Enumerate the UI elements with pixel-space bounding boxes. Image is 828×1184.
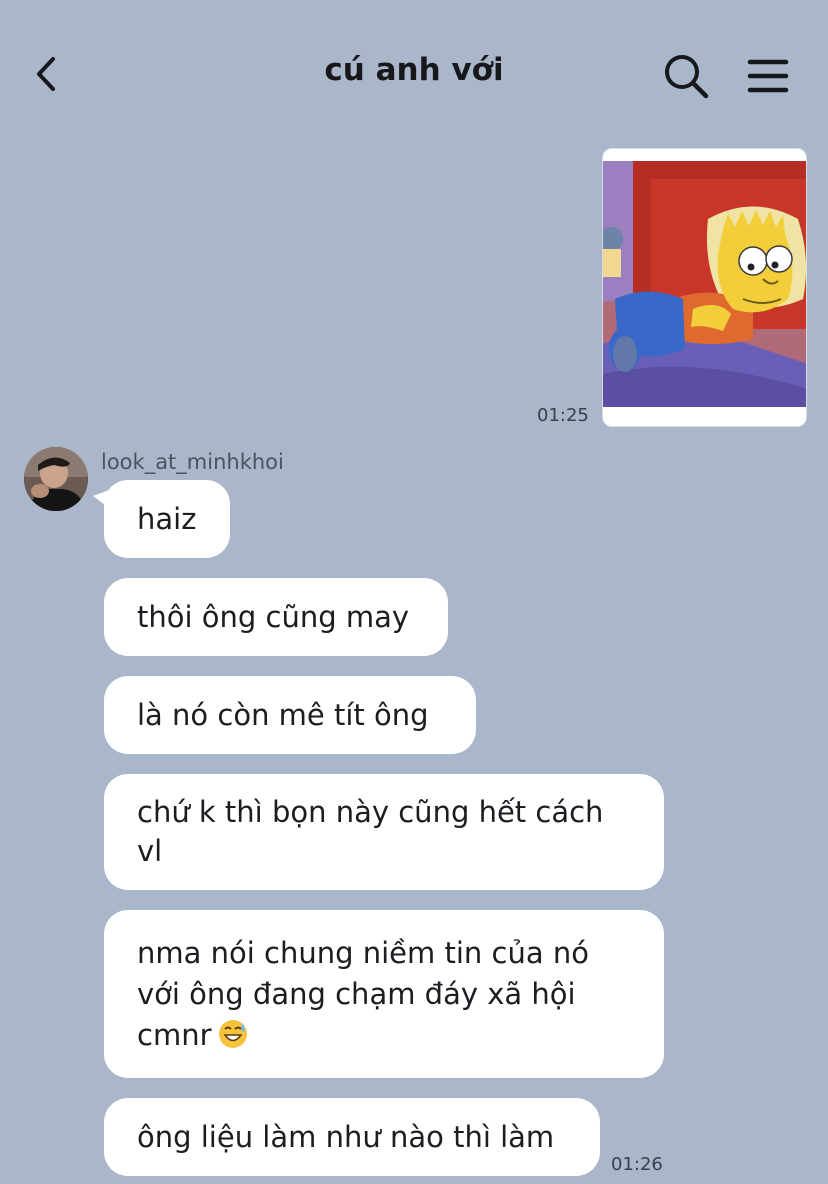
sender-avatar[interactable] [24,447,88,511]
chat-title: cú anh với [324,52,504,88]
sender-name: look_at_minhkhoi [101,450,284,474]
cartoon-sticker-image [603,149,806,426]
chevron-left-icon [37,57,55,91]
chat-screen: cú anh với 01:25 look_at_minhkhoi haiz t… [0,0,828,1184]
message-text: là nó còn mê tít ông [137,697,429,732]
sent-image-message[interactable] [602,148,807,427]
search-button[interactable] [660,50,712,102]
message-text: haiz [137,501,197,536]
hamburger-menu-icon [747,59,789,93]
avatar-image [24,447,88,511]
received-time: 01:26 [611,1154,663,1175]
sweat-smile-emoji-icon [218,1019,247,1048]
message-text: nma nói chung niềm tin của nó với ông đa… [137,933,631,1056]
message-bubble[interactable]: haiz [93,480,230,558]
message-bubble[interactable]: là nó còn mê tít ông [104,676,476,754]
search-icon [665,55,709,99]
message-text: thôi ông cũng may [137,599,410,634]
sent-time: 01:25 [537,405,589,426]
menu-button[interactable] [742,50,794,102]
message-bubble[interactable]: chứ k thì bọn này cũng hết cách vl [104,774,664,890]
message-bubble[interactable]: nma nói chung niềm tin của nó với ông đa… [104,910,664,1078]
message-bubble[interactable]: thôi ông cũng may [104,578,448,656]
back-button[interactable] [22,50,70,98]
message-text-content: nma nói chung niềm tin của nó với ông đa… [137,935,589,1052]
message-bubble[interactable]: ông liệu làm như nào thì làm [104,1098,600,1176]
message-text: ông liệu làm như nào thì làm [137,1119,555,1154]
message-text: chứ k thì bọn này cũng hết cách vl [137,795,604,868]
